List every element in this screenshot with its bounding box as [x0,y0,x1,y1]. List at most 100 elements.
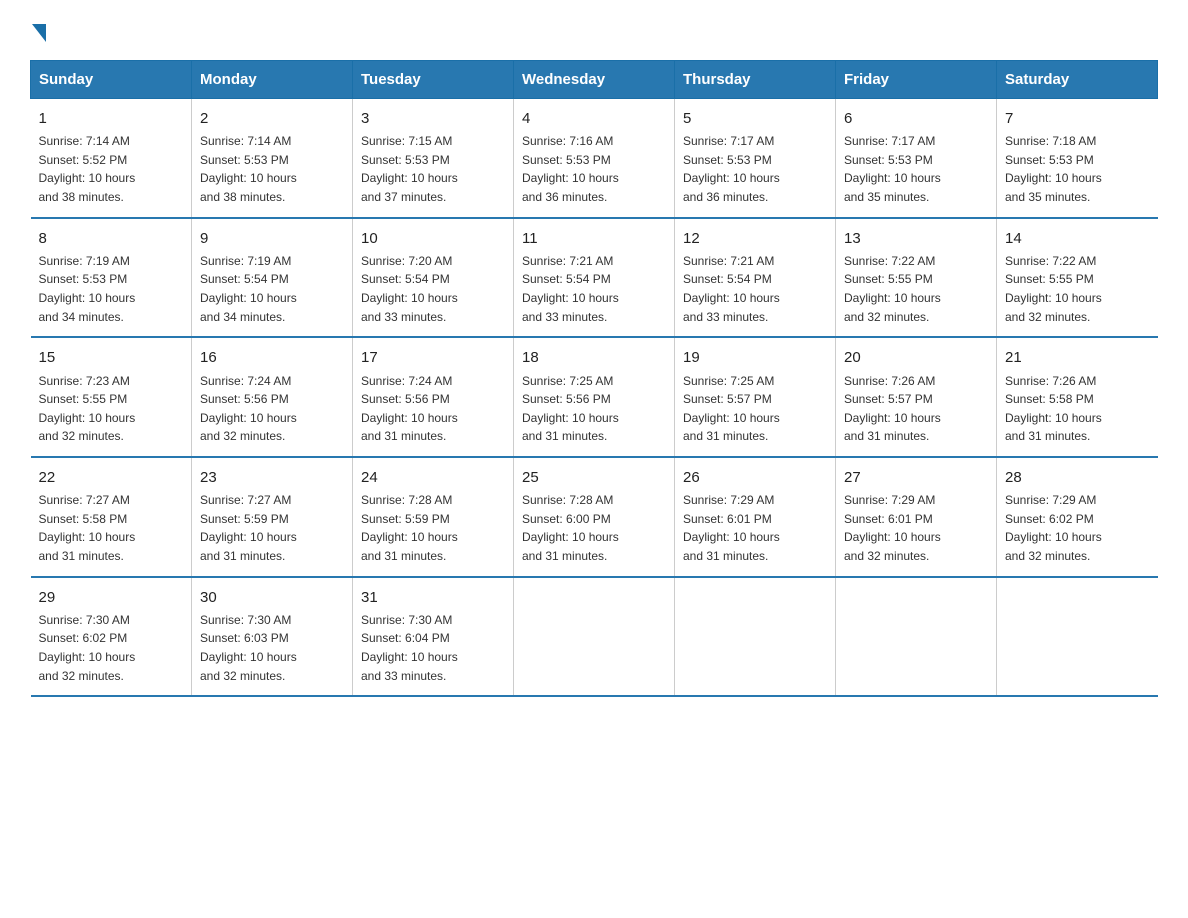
day-number: 19 [683,346,827,369]
calendar-cell [836,577,997,697]
day-number: 13 [844,227,988,250]
day-number: 24 [361,466,505,489]
day-info: Sunrise: 7:17 AMSunset: 5:53 PMDaylight:… [683,132,827,206]
calendar-cell: 8Sunrise: 7:19 AMSunset: 5:53 PMDaylight… [31,218,192,338]
page-header [30,20,1158,42]
day-info: Sunrise: 7:15 AMSunset: 5:53 PMDaylight:… [361,132,505,206]
day-info: Sunrise: 7:24 AMSunset: 5:56 PMDaylight:… [361,372,505,446]
day-number: 7 [1005,107,1150,130]
day-info: Sunrise: 7:30 AMSunset: 6:04 PMDaylight:… [361,611,505,685]
day-info: Sunrise: 7:26 AMSunset: 5:58 PMDaylight:… [1005,372,1150,446]
day-info: Sunrise: 7:30 AMSunset: 6:03 PMDaylight:… [200,611,344,685]
day-info: Sunrise: 7:26 AMSunset: 5:57 PMDaylight:… [844,372,988,446]
day-info: Sunrise: 7:24 AMSunset: 5:56 PMDaylight:… [200,372,344,446]
day-number: 11 [522,227,666,250]
day-info: Sunrise: 7:27 AMSunset: 5:59 PMDaylight:… [200,491,344,565]
day-number: 31 [361,586,505,609]
day-number: 23 [200,466,344,489]
calendar-cell: 22Sunrise: 7:27 AMSunset: 5:58 PMDayligh… [31,457,192,577]
day-info: Sunrise: 7:25 AMSunset: 5:56 PMDaylight:… [522,372,666,446]
calendar-cell: 28Sunrise: 7:29 AMSunset: 6:02 PMDayligh… [997,457,1158,577]
calendar-cell [675,577,836,697]
calendar-cell [997,577,1158,697]
column-header-monday: Monday [192,61,353,99]
day-info: Sunrise: 7:29 AMSunset: 6:01 PMDaylight:… [683,491,827,565]
calendar-cell: 21 Sunrise: 7:26 AMSunset: 5:58 PMDayligh… [997,337,1158,457]
calendar-cell: 16Sunrise: 7:24 AMSunset: 5:56 PMDayligh… [192,337,353,457]
calendar-cell: 25Sunrise: 7:28 AMSunset: 6:00 PMDayligh… [514,457,675,577]
day-number: 25 [522,466,666,489]
day-number: 8 [39,227,184,250]
day-info: Sunrise: 7:22 AMSunset: 5:55 PMDaylight:… [844,252,988,326]
day-info: Sunrise: 7:27 AMSunset: 5:58 PMDaylight:… [39,491,184,565]
day-number: 22 [39,466,184,489]
day-number: 17 [361,346,505,369]
calendar-week-1: 1Sunrise: 7:14 AMSunset: 5:52 PMDaylight… [31,99,1158,218]
day-info: Sunrise: 7:14 AMSunset: 5:53 PMDaylight:… [200,132,344,206]
day-number: 29 [39,586,184,609]
day-number: 5 [683,107,827,130]
day-info: Sunrise: 7:17 AMSunset: 5:53 PMDaylight:… [844,132,988,206]
calendar-cell: 20 Sunrise: 7:26 AMSunset: 5:57 PMDayligh… [836,337,997,457]
day-info: Sunrise: 7:20 AMSunset: 5:54 PMDaylight:… [361,252,505,326]
day-number: 3 [361,107,505,130]
calendar-cell: 1Sunrise: 7:14 AMSunset: 5:52 PMDaylight… [31,99,192,218]
calendar-cell: 31Sunrise: 7:30 AMSunset: 6:04 PMDayligh… [353,577,514,697]
calendar-cell: 27Sunrise: 7:29 AMSunset: 6:01 PMDayligh… [836,457,997,577]
day-number: 6 [844,107,988,130]
day-number: 1 [39,107,184,130]
day-info: Sunrise: 7:30 AMSunset: 6:02 PMDaylight:… [39,611,184,685]
calendar-header-row: SundayMondayTuesdayWednesdayThursdayFrid… [31,61,1158,99]
calendar-cell: 2Sunrise: 7:14 AMSunset: 5:53 PMDaylight… [192,99,353,218]
logo-arrow-icon [32,24,46,42]
calendar-week-4: 22Sunrise: 7:27 AMSunset: 5:58 PMDayligh… [31,457,1158,577]
calendar-cell: 29Sunrise: 7:30 AMSunset: 6:02 PMDayligh… [31,577,192,697]
column-header-sunday: Sunday [31,61,192,99]
day-number: 18 [522,346,666,369]
calendar-cell: 30Sunrise: 7:30 AMSunset: 6:03 PMDayligh… [192,577,353,697]
calendar-cell: 14Sunrise: 7:22 AMSunset: 5:55 PMDayligh… [997,218,1158,338]
day-info: Sunrise: 7:18 AMSunset: 5:53 PMDaylight:… [1005,132,1150,206]
day-info: Sunrise: 7:16 AMSunset: 5:53 PMDaylight:… [522,132,666,206]
calendar-cell: 7Sunrise: 7:18 AMSunset: 5:53 PMDaylight… [997,99,1158,218]
day-info: Sunrise: 7:28 AMSunset: 5:59 PMDaylight:… [361,491,505,565]
day-info: Sunrise: 7:25 AMSunset: 5:57 PMDaylight:… [683,372,827,446]
calendar-week-2: 8Sunrise: 7:19 AMSunset: 5:53 PMDaylight… [31,218,1158,338]
calendar-cell: 5Sunrise: 7:17 AMSunset: 5:53 PMDaylight… [675,99,836,218]
day-info: Sunrise: 7:14 AMSunset: 5:52 PMDaylight:… [39,132,184,206]
day-number: 2 [200,107,344,130]
day-info: Sunrise: 7:23 AMSunset: 5:55 PMDaylight:… [39,372,184,446]
day-number: 10 [361,227,505,250]
day-number: 9 [200,227,344,250]
day-info: Sunrise: 7:29 AMSunset: 6:02 PMDaylight:… [1005,491,1150,565]
day-number: 28 [1005,466,1150,489]
column-header-friday: Friday [836,61,997,99]
day-number: 20 [844,346,988,369]
calendar-cell: 23Sunrise: 7:27 AMSunset: 5:59 PMDayligh… [192,457,353,577]
day-info: Sunrise: 7:21 AMSunset: 5:54 PMDaylight:… [522,252,666,326]
calendar-cell: 24Sunrise: 7:28 AMSunset: 5:59 PMDayligh… [353,457,514,577]
day-number: 4 [522,107,666,130]
day-number: 12 [683,227,827,250]
day-number: 26 [683,466,827,489]
day-info: Sunrise: 7:21 AMSunset: 5:54 PMDaylight:… [683,252,827,326]
calendar-cell: 17 Sunrise: 7:24 AMSunset: 5:56 PMDayligh… [353,337,514,457]
logo [30,20,46,42]
calendar-week-3: 15Sunrise: 7:23 AMSunset: 5:55 PMDayligh… [31,337,1158,457]
calendar-table: SundayMondayTuesdayWednesdayThursdayFrid… [30,60,1158,697]
calendar-cell: 3Sunrise: 7:15 AMSunset: 5:53 PMDaylight… [353,99,514,218]
day-number: 14 [1005,227,1150,250]
day-number: 30 [200,586,344,609]
calendar-cell: 4Sunrise: 7:16 AMSunset: 5:53 PMDaylight… [514,99,675,218]
day-info: Sunrise: 7:28 AMSunset: 6:00 PMDaylight:… [522,491,666,565]
calendar-cell [514,577,675,697]
calendar-cell: 15Sunrise: 7:23 AMSunset: 5:55 PMDayligh… [31,337,192,457]
calendar-week-5: 29Sunrise: 7:30 AMSunset: 6:02 PMDayligh… [31,577,1158,697]
day-number: 21 [1005,346,1150,369]
calendar-cell: 26Sunrise: 7:29 AMSunset: 6:01 PMDayligh… [675,457,836,577]
calendar-cell: 10Sunrise: 7:20 AMSunset: 5:54 PMDayligh… [353,218,514,338]
column-header-tuesday: Tuesday [353,61,514,99]
day-info: Sunrise: 7:22 AMSunset: 5:55 PMDaylight:… [1005,252,1150,326]
day-info: Sunrise: 7:19 AMSunset: 5:53 PMDaylight:… [39,252,184,326]
calendar-cell: 13Sunrise: 7:22 AMSunset: 5:55 PMDayligh… [836,218,997,338]
